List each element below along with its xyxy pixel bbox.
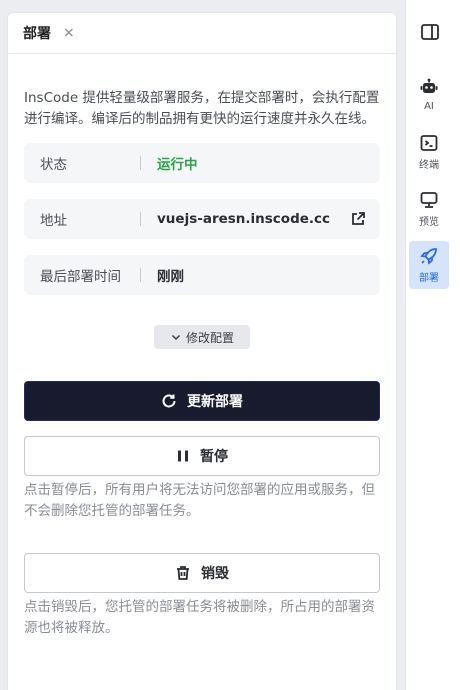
status-label: 状态 [40, 157, 67, 173]
chevron-down-icon [171, 334, 181, 341]
sidebar-item-preview[interactable]: 预览 [409, 185, 449, 233]
close-icon[interactable]: × [63, 25, 75, 41]
deploy-time-value: 刚刚 [157, 269, 184, 285]
destroy-hint: 点击销毁后，您托管的部署任务将被删除，所占用的部署资源也将被释放。 [24, 599, 375, 636]
address-label: 地址 [40, 213, 67, 229]
right-sidebar: AI 终端 预览 部署 [405, 0, 460, 690]
robot-icon [420, 78, 438, 93]
sidebar-item-label: 部署 [419, 273, 439, 284]
deploy-time-label: 最后部署时间 [40, 269, 121, 285]
sidebar-item-terminal[interactable]: 终端 [409, 128, 449, 176]
refresh-icon [162, 394, 176, 408]
panel-toggle-icon[interactable] [420, 22, 440, 42]
terminal-icon [420, 135, 438, 151]
trash-icon [177, 566, 189, 580]
pause-hint: 点击暂停后，所有用户将无法访问您部署的应用或服务，但不会删除您托管的部署任务。 [24, 482, 375, 519]
intro-text: InsCode 提供轻量级部署服务，在提交部署时，会执行配置进行编译。编译后的制… [24, 90, 380, 127]
redeploy-button[interactable]: 更新部署 [24, 381, 380, 421]
pause-button[interactable]: 暂停 [24, 436, 380, 476]
pause-icon [178, 450, 188, 462]
rocket-icon [420, 248, 437, 265]
deploy-time-row: 最后部署时间 刚刚 [24, 255, 380, 295]
panel-title: 部署 [23, 26, 51, 42]
sidebar-item-label: 终端 [419, 160, 439, 171]
monitor-icon [420, 192, 438, 208]
address-value[interactable]: vuejs-aresn.inscode.cc [141, 211, 350, 227]
sidebar-item-ai[interactable]: AI [409, 71, 449, 119]
panel-header: 部署 × [8, 13, 396, 54]
address-row: 地址 vuejs-aresn.inscode.cc [24, 199, 380, 239]
sidebar-item-label: AI [424, 101, 434, 112]
edit-config-button[interactable]: 修改配置 [154, 325, 250, 349]
sidebar-item-label: 预览 [419, 217, 439, 228]
edit-config-label: 修改配置 [185, 330, 234, 345]
status-row: 状态 运行中 [24, 143, 380, 183]
sidebar-item-deploy[interactable]: 部署 [409, 241, 449, 289]
pause-label: 暂停 [200, 449, 228, 465]
destroy-button[interactable]: 销毁 [24, 553, 380, 593]
redeploy-label: 更新部署 [187, 394, 243, 410]
destroy-label: 销毁 [201, 566, 229, 582]
deploy-panel: 部署 × InsCode 提供轻量级部署服务，在提交部署时，会执行配置进行编译。… [7, 12, 397, 690]
status-value: 运行中 [157, 157, 198, 173]
external-link-icon[interactable] [350, 211, 366, 227]
